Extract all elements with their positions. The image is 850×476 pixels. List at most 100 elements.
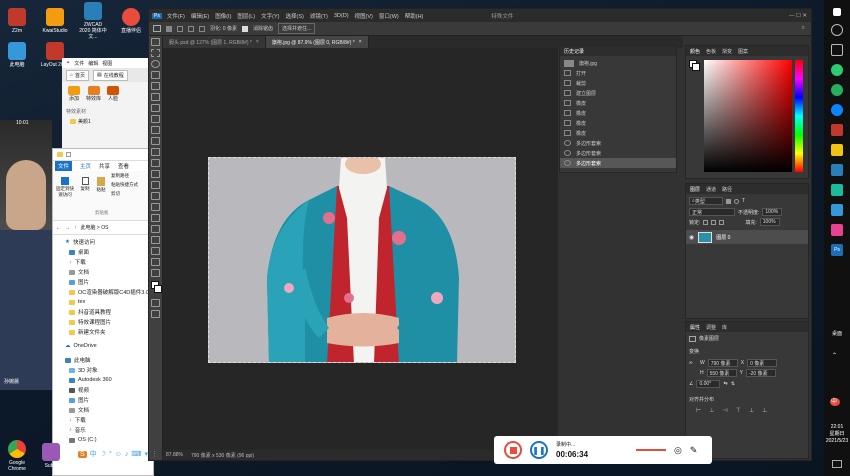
quick-access-icon[interactable] <box>66 152 71 157</box>
history-item[interactable]: 打开 <box>560 68 676 78</box>
background-color-icon[interactable] <box>692 63 700 71</box>
menu-edit[interactable]: 编辑(E) <box>191 12 209 20</box>
menu-type[interactable]: 文字(Y) <box>261 12 279 20</box>
nav-item-videos[interactable]: 视频 <box>53 385 153 395</box>
blend-mode-select[interactable]: 正常 <box>689 208 735 216</box>
menu-help[interactable]: 帮助(H) <box>405 12 424 20</box>
history-item[interactable]: 橡皮 <box>560 98 676 108</box>
paste-shortcut-button[interactable]: 粘贴快捷方式 <box>111 182 138 188</box>
back-arrow-icon[interactable]: ← <box>56 225 61 231</box>
menu-window[interactable]: 窗口(W) <box>379 12 399 20</box>
move-tool-icon[interactable] <box>151 38 160 46</box>
pin-button[interactable]: 固定到快速访问 <box>56 177 74 198</box>
nav-item-documents[interactable]: 文档 <box>53 405 153 415</box>
history-item[interactable]: 裁剪 <box>560 78 676 88</box>
ribbon-tab-share[interactable]: 共享 <box>99 162 110 170</box>
tab-swatches[interactable]: 色板 <box>706 48 716 55</box>
lock-position-icon[interactable] <box>711 219 717 225</box>
side-app-menu-file[interactable]: 文件 <box>74 60 84 67</box>
online-tutorial-button[interactable]: ▤ 在线教程 <box>93 69 128 81</box>
add-tool[interactable]: 添加 <box>68 86 80 102</box>
align-center-icon[interactable]: ⊥ <box>709 407 714 414</box>
chinese-input-icon[interactable]: 中 <box>90 449 97 459</box>
eye-icon[interactable]: ◉ <box>689 234 694 241</box>
menu-view[interactable]: 视图(V) <box>355 12 373 20</box>
copy-path-button[interactable]: 复制路径 <box>111 173 129 179</box>
align-right-icon[interactable]: ⊣ <box>722 407 727 414</box>
nav-item-this-pc[interactable]: 此电脑 <box>53 355 153 365</box>
eyedropper-tool-icon[interactable] <box>151 104 160 112</box>
ribbon-tab-home[interactable]: 主页 <box>80 162 91 170</box>
ribbon-tab-view[interactable]: 查看 <box>118 162 129 170</box>
height-field[interactable]: 550 像素 <box>706 369 737 377</box>
app-tablet-icon[interactable] <box>831 204 843 216</box>
zoom-level[interactable]: 87.88% <box>166 452 183 458</box>
align-middle-icon[interactable]: ⊥ <box>749 407 754 414</box>
edge-icon[interactable] <box>831 104 843 116</box>
stop-record-button[interactable] <box>504 441 522 459</box>
tab-adjustments[interactable]: 调整 <box>706 324 716 331</box>
app-green-icon[interactable] <box>831 84 843 96</box>
emoji-icon[interactable]: ☺ <box>115 451 122 458</box>
desktop-icon-z2m[interactable]: Z2m <box>2 8 32 34</box>
nav-item-desktop[interactable]: 桌面 <box>53 247 153 257</box>
pause-record-button[interactable]: ❚❚ <box>530 441 548 459</box>
nav-item-music[interactable]: ♪ 音乐 <box>53 425 153 435</box>
nav-item-autodesk[interactable]: Autodesk 360 <box>53 375 153 385</box>
screen-mode-icon[interactable] <box>151 310 160 318</box>
feather-field[interactable]: 羽化: 0 像素 <box>210 25 237 32</box>
color-swatches[interactable] <box>149 281 162 297</box>
task-view-icon[interactable] <box>831 44 843 56</box>
flip-v-icon[interactable]: ⇅ <box>731 381 735 387</box>
tab-doc-2[interactable]: 旗袍.jpg @ 87.9% (图层 0, RGB/8#) * × <box>265 36 369 48</box>
magic-wand-tool-icon[interactable] <box>151 71 160 79</box>
desktop-icon-live[interactable]: 直播伴侣 <box>116 8 146 34</box>
system-clock[interactable]: 22:01 星期日 2021/5/23 <box>824 424 850 445</box>
hand-tool-icon[interactable] <box>151 247 160 255</box>
history-item[interactable]: 橡皮 <box>560 118 676 128</box>
history-item[interactable]: 建立图层 <box>560 88 676 98</box>
stamp-tool-icon[interactable] <box>151 137 160 145</box>
nav-item-downloads[interactable]: ↓ 下载 <box>53 415 153 425</box>
notification-icon[interactable] <box>832 460 842 468</box>
align-top-icon[interactable]: ⊤ <box>736 407 741 414</box>
nav-item-onedrive[interactable]: ☁ OneDrive <box>53 341 153 351</box>
grid-icon[interactable]: ⋮ <box>151 450 158 458</box>
keyboard-icon[interactable]: ⌨ <box>131 450 141 458</box>
nav-item-drive-c[interactable]: OS (C:) <box>53 435 153 445</box>
cut-button[interactable]: 剪切 <box>111 191 120 197</box>
layer-kind-select[interactable]: ⌕ 类型 <box>689 197 723 205</box>
frame-tool-icon[interactable] <box>151 93 160 101</box>
forward-arrow-icon[interactable]: → <box>65 225 70 231</box>
moon-icon[interactable]: ☽ <box>100 450 106 458</box>
home-button[interactable]: ⌂ 首页 <box>66 69 90 81</box>
chevron-up-icon[interactable]: ⌃ <box>832 352 837 359</box>
gradient-tool-icon[interactable] <box>151 170 160 178</box>
shirt-icon[interactable]: ▾ <box>145 450 149 458</box>
tab-libraries[interactable]: 库 <box>722 324 727 331</box>
start-icon[interactable] <box>833 8 841 16</box>
filter-pixel-icon[interactable] <box>726 198 731 204</box>
history-item[interactable]: 多边形套索 <box>560 138 676 148</box>
desktop-icon-substance[interactable]: Subst <box>36 443 66 469</box>
intersect-selection-icon[interactable] <box>199 25 205 32</box>
new-selection-icon[interactable] <box>166 25 172 32</box>
select-mask-button[interactable]: 选择并遮住... <box>277 23 316 34</box>
menu-select[interactable]: 选择(S) <box>286 12 304 20</box>
desktop-icon-chrome[interactable]: Google Chrome <box>2 440 32 472</box>
app-pink-icon[interactable] <box>831 224 843 236</box>
pen-tool-icon[interactable] <box>151 203 160 211</box>
desktop-label[interactable]: 桌面 <box>824 330 850 337</box>
nav-item-folder[interactable]: OC渲染器破解版C4D插件3.0 <box>53 287 153 297</box>
blur-tool-icon[interactable] <box>151 181 160 189</box>
angle-field[interactable]: 0.00° <box>696 380 721 388</box>
history-panel-title[interactable]: 历史记录 <box>564 48 584 55</box>
nav-item-folder[interactable]: 抖音道具教程 <box>53 307 153 317</box>
lasso-tool-icon[interactable] <box>153 25 161 32</box>
search-icon[interactable]: ⌕ <box>802 25 805 32</box>
background-color-icon[interactable] <box>154 285 162 293</box>
history-item[interactable]: 橡皮 <box>560 108 676 118</box>
tab-gradients[interactable]: 渐变 <box>722 48 732 55</box>
photoshop-taskbar-icon[interactable]: Ps <box>831 244 843 256</box>
link-icon[interactable]: ∞ <box>689 360 697 366</box>
